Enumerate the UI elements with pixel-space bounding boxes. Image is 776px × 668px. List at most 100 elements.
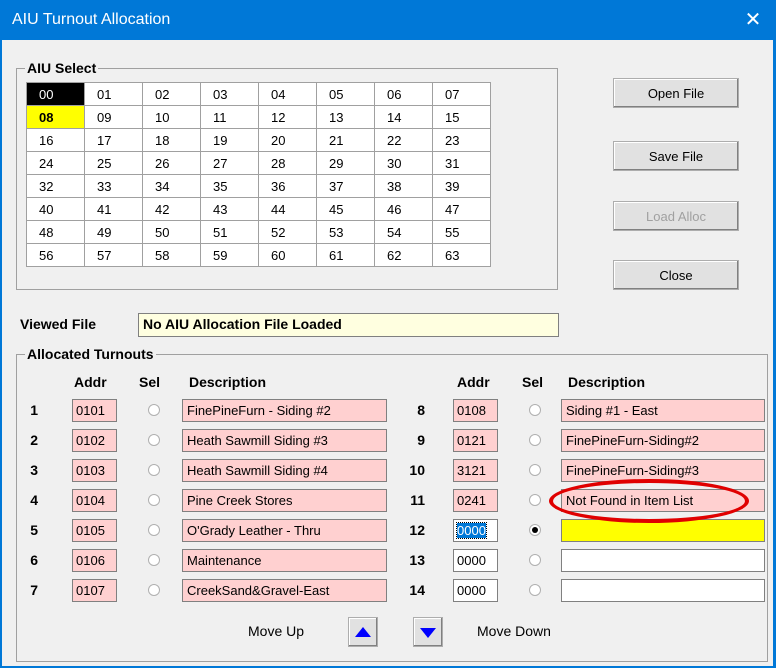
turnout-select-radio[interactable] (148, 524, 160, 536)
aiu-cell[interactable]: 13 (316, 105, 375, 129)
aiu-cell[interactable]: 21 (316, 128, 375, 152)
turnout-addr-field[interactable]: 0108 (453, 399, 498, 422)
aiu-cell[interactable]: 20 (258, 128, 317, 152)
turnout-addr-field[interactable]: 0241 (453, 489, 498, 512)
turnout-select-radio[interactable] (529, 494, 541, 506)
aiu-cell[interactable]: 56 (26, 243, 85, 267)
turnout-addr-field[interactable]: 0106 (72, 549, 117, 572)
aiu-cell[interactable]: 01 (84, 82, 143, 106)
aiu-cell[interactable]: 08 (26, 105, 85, 129)
turnout-select-radio[interactable] (148, 464, 160, 476)
aiu-cell[interactable]: 60 (258, 243, 317, 267)
aiu-cell[interactable]: 24 (26, 151, 85, 175)
aiu-cell[interactable]: 27 (200, 151, 259, 175)
aiu-cell[interactable]: 12 (258, 105, 317, 129)
aiu-cell[interactable]: 42 (142, 197, 201, 221)
aiu-cell[interactable]: 16 (26, 128, 85, 152)
aiu-cell[interactable]: 23 (432, 128, 491, 152)
turnout-addr-field[interactable]: 0101 (72, 399, 117, 422)
turnout-description-field[interactable]: Pine Creek Stores (182, 489, 387, 512)
turnout-select-radio[interactable] (529, 404, 541, 416)
aiu-cell[interactable]: 55 (432, 220, 491, 244)
turnout-select-radio[interactable] (148, 584, 160, 596)
turnout-addr-field[interactable]: 0000 (453, 549, 498, 572)
aiu-cell[interactable]: 50 (142, 220, 201, 244)
aiu-cell[interactable]: 03 (200, 82, 259, 106)
load-alloc-button[interactable]: Load Alloc (613, 201, 739, 231)
turnout-description-field[interactable]: FinePineFurn-Siding#2 (561, 429, 765, 452)
aiu-cell[interactable]: 36 (258, 174, 317, 198)
move-down-button[interactable] (413, 617, 443, 647)
aiu-cell[interactable]: 51 (200, 220, 259, 244)
close-window-icon[interactable]: ✕ (730, 0, 776, 40)
turnout-select-radio[interactable] (529, 434, 541, 446)
aiu-cell[interactable]: 54 (374, 220, 433, 244)
aiu-cell[interactable]: 41 (84, 197, 143, 221)
turnout-description-field[interactable]: CreekSand&Gravel-East (182, 579, 387, 602)
aiu-cell[interactable]: 49 (84, 220, 143, 244)
open-file-button[interactable]: Open File (613, 78, 739, 108)
turnout-addr-field[interactable]: 3121 (453, 459, 498, 482)
aiu-cell[interactable]: 10 (142, 105, 201, 129)
aiu-cell[interactable]: 05 (316, 82, 375, 106)
aiu-cell[interactable]: 04 (258, 82, 317, 106)
turnout-addr-field[interactable]: 0107 (72, 579, 117, 602)
aiu-cell[interactable]: 37 (316, 174, 375, 198)
turnout-addr-field[interactable]: 0105 (72, 519, 117, 542)
turnout-description-field[interactable] (561, 579, 765, 602)
aiu-cell[interactable]: 07 (432, 82, 491, 106)
aiu-cell[interactable]: 29 (316, 151, 375, 175)
turnout-description-field[interactable]: Heath Sawmill Siding #4 (182, 459, 387, 482)
aiu-cell[interactable]: 32 (26, 174, 85, 198)
aiu-cell[interactable]: 44 (258, 197, 317, 221)
aiu-cell[interactable]: 28 (258, 151, 317, 175)
aiu-cell[interactable]: 18 (142, 128, 201, 152)
aiu-cell[interactable]: 39 (432, 174, 491, 198)
turnout-description-field[interactable]: FinePineFurn - Siding #2 (182, 399, 387, 422)
aiu-cell[interactable]: 43 (200, 197, 259, 221)
aiu-cell[interactable]: 63 (432, 243, 491, 267)
turnout-select-radio[interactable] (148, 404, 160, 416)
aiu-cell[interactable]: 53 (316, 220, 375, 244)
aiu-cell[interactable]: 45 (316, 197, 375, 221)
aiu-cell[interactable]: 47 (432, 197, 491, 221)
aiu-cell[interactable]: 09 (84, 105, 143, 129)
turnout-addr-field[interactable]: 0121 (453, 429, 498, 452)
aiu-cell[interactable]: 40 (26, 197, 85, 221)
aiu-cell[interactable]: 02 (142, 82, 201, 106)
turnout-select-radio[interactable] (148, 494, 160, 506)
turnout-select-radio[interactable] (529, 584, 541, 596)
turnout-select-radio[interactable] (148, 554, 160, 566)
aiu-cell[interactable]: 46 (374, 197, 433, 221)
aiu-cell[interactable]: 62 (374, 243, 433, 267)
aiu-cell[interactable]: 15 (432, 105, 491, 129)
turnout-description-field[interactable] (561, 549, 765, 572)
move-up-button[interactable] (348, 617, 378, 647)
aiu-cell[interactable]: 11 (200, 105, 259, 129)
aiu-cell[interactable]: 59 (200, 243, 259, 267)
aiu-cell[interactable]: 17 (84, 128, 143, 152)
turnout-addr-field[interactable]: 0000 (453, 519, 498, 542)
turnout-description-field[interactable]: Maintenance (182, 549, 387, 572)
turnout-select-radio[interactable] (529, 554, 541, 566)
aiu-cell[interactable]: 58 (142, 243, 201, 267)
aiu-cell[interactable]: 31 (432, 151, 491, 175)
aiu-cell[interactable]: 48 (26, 220, 85, 244)
aiu-cell[interactable]: 61 (316, 243, 375, 267)
turnout-addr-field[interactable]: 0000 (453, 579, 498, 602)
close-button[interactable]: Close (613, 260, 739, 290)
turnout-select-radio[interactable] (529, 524, 541, 536)
turnout-addr-field[interactable]: 0103 (72, 459, 117, 482)
aiu-cell[interactable]: 52 (258, 220, 317, 244)
aiu-cell[interactable]: 00 (26, 82, 85, 106)
aiu-cell[interactable]: 06 (374, 82, 433, 106)
turnout-description-field[interactable]: Siding #1 - East (561, 399, 765, 422)
turnout-addr-field[interactable]: 0102 (72, 429, 117, 452)
aiu-cell[interactable]: 30 (374, 151, 433, 175)
turnout-select-radio[interactable] (529, 464, 541, 476)
aiu-cell[interactable]: 25 (84, 151, 143, 175)
aiu-cell[interactable]: 38 (374, 174, 433, 198)
aiu-cell[interactable]: 14 (374, 105, 433, 129)
aiu-cell[interactable]: 35 (200, 174, 259, 198)
aiu-cell[interactable]: 33 (84, 174, 143, 198)
